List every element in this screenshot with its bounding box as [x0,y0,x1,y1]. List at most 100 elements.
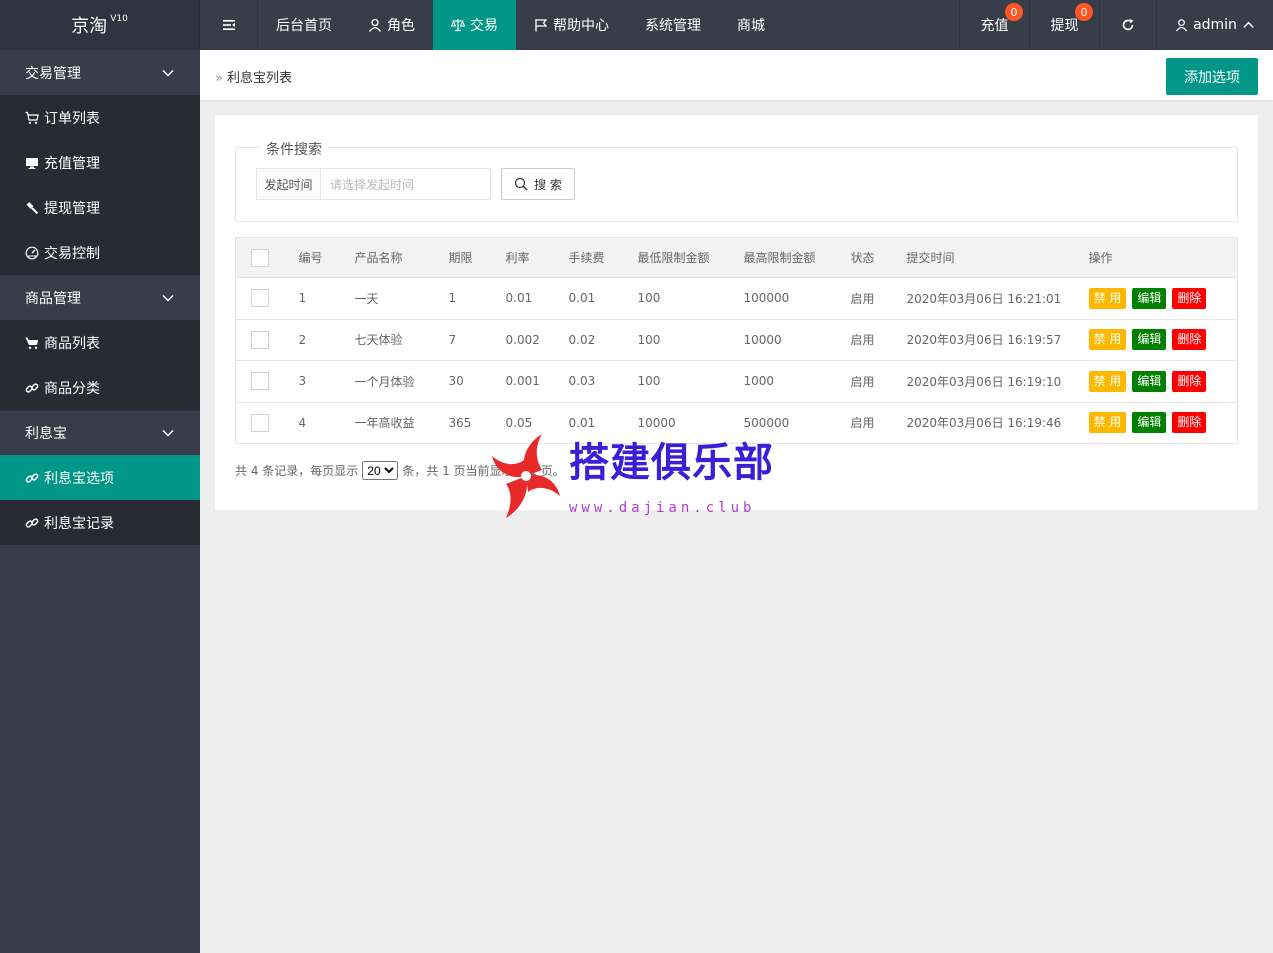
row-checkbox[interactable] [251,330,269,349]
table-row: 1 一天 1 0.01 0.01 100 100000 启用 2020年03月06日 16:21… [235,277,1238,320]
logo-version: V10 [110,14,128,24]
sidebar-item-goods-list[interactable]: 商品列表 [0,320,200,365]
recharge-button[interactable]: 充值 0 [959,0,1029,50]
sidebar-item-interest-records[interactable]: 利息宝记录 [0,500,200,545]
row-actions: 禁 用编辑 删除 [1088,360,1238,403]
table-cell: 0.01 [505,277,569,320]
nav-item-trade[interactable]: 交易 [433,0,516,50]
row-checkbox[interactable] [251,413,269,432]
table-cell: 0.001 [505,360,569,403]
add-option-button[interactable]: 添加选项 [1166,58,1258,95]
flag-icon [535,19,548,32]
app-logo[interactable]: 京淘 V10 [0,0,200,50]
page-size-select[interactable]: 20 [362,461,399,480]
row-checkbox[interactable] [251,289,269,308]
disable-button[interactable]: 禁 用 [1088,287,1127,309]
nav-item-mall[interactable]: 商城 [719,0,783,50]
sidebar-item-label: 充值管理 [44,155,100,172]
breadcrumb: » 利息宝列表 [215,67,292,86]
delete-button[interactable]: 删除 [1172,412,1207,434]
table-cell: 一个月体验 [354,360,449,403]
refresh-button[interactable] [1099,0,1156,50]
column-header: 提交时间 [906,237,1089,278]
row-actions: 禁 用编辑 删除 [1088,402,1238,444]
search-button-label: 搜 索 [534,177,562,192]
search-button[interactable]: 搜 索 [501,168,575,200]
sidebar-group-label: 利息宝 [25,426,67,442]
refresh-icon [1122,19,1134,31]
table-header-row: 编号 产品名称 期限 利率 手续费 最低限制金额 最高限制金额 状态 提交时间 … [235,237,1238,278]
sidebar-toggle-button[interactable] [200,0,258,50]
disable-button[interactable]: 禁 用 [1088,370,1127,392]
row-select-cell [235,402,299,444]
delete-button[interactable]: 删除 [1172,329,1207,351]
user-icon [1175,19,1188,32]
table-cell: 0.02 [568,319,638,361]
chevron-down-icon [162,429,174,437]
pinwheel-logo-icon [492,434,560,518]
withdraw-button[interactable]: 提现 0 [1029,0,1099,50]
sidebar-group-trade[interactable]: 交易管理 [0,50,200,95]
link-icon [25,517,39,528]
double-chevron-right-icon: » [215,71,223,86]
search-fieldset: 条件搜索 发起时间 请选择发起时间 搜 索 [235,139,1238,222]
nav-item-role[interactable]: 角色 [350,0,433,50]
table-cell: 1000 [743,360,851,403]
nav-item-system[interactable]: 系统管理 [627,0,719,50]
breadcrumb-current: 利息宝列表 [226,71,292,86]
sidebar-item-label: 商品分类 [44,380,100,397]
delete-button[interactable]: 删除 [1172,287,1207,309]
table-cell: 0.01 [568,277,638,320]
table-cell: 2020年03月06日 16:19:57 [906,319,1089,361]
table-cell: 100 [637,360,744,403]
nav-label: 后台首页 [276,18,332,34]
table-cell: 一天 [354,277,449,320]
edit-button[interactable]: 编辑 [1132,412,1167,434]
nav-label: 交易 [470,18,498,34]
sidebar-item-trade-control[interactable]: 交易控制 [0,230,200,275]
table-cell: 一年高收益 [354,402,449,444]
disable-button[interactable]: 禁 用 [1088,329,1127,351]
gavel-icon [26,201,39,214]
row-checkbox[interactable] [251,372,269,391]
nav-item-home[interactable]: 后台首页 [258,0,350,50]
search-legend: 条件搜索 [260,139,328,159]
sidebar-item-withdraw[interactable]: 提现管理 [0,185,200,230]
edit-button[interactable]: 编辑 [1132,329,1167,351]
edit-button[interactable]: 编辑 [1132,287,1167,309]
withdraw-badge: 0 [1075,3,1093,21]
breadcrumb-bar: » 利息宝列表 添加选项 [200,50,1273,100]
edit-button[interactable]: 编辑 [1132,370,1167,392]
user-icon [368,18,382,32]
sidebar-group-label: 交易管理 [25,65,81,82]
sidebar-item-orders[interactable]: 订单列表 [0,95,200,140]
sidebar-item-goods-category[interactable]: 商品分类 [0,365,200,410]
row-select-cell [235,319,299,361]
chevron-down-icon [162,69,174,77]
sidebar-item-interest-options[interactable]: 利息宝选项 [0,455,200,500]
table-cell: 100 [637,277,744,320]
nav-label: 商城 [737,18,765,34]
row-select-cell [235,277,299,320]
delete-button[interactable]: 删除 [1172,370,1207,392]
sidebar-group-interest[interactable]: 利息宝 [0,410,200,455]
search-date-input[interactable]: 请选择发起时间 [321,168,491,200]
table-cell: 2 [298,319,355,361]
nav-item-help[interactable]: 帮助中心 [516,0,627,50]
sidebar-item-label: 利息宝选项 [44,470,114,487]
user-menu[interactable]: admin [1156,0,1273,50]
top-nav: 后台首页 角色 交易 帮助中心 系统管理 商城 [200,0,783,50]
top-bar: 京淘V10 后台首页 角色 交易 帮助中心 系统管理 商城 充值 0 提现 0 [0,0,1273,50]
column-header: 操作 [1088,237,1238,278]
watermark-text: 搭建俱乐部 [569,440,774,486]
withdraw-label: 提现 [1050,18,1079,34]
select-all-checkbox[interactable] [251,248,269,267]
table-cell: 1 [298,277,355,320]
nav-label: 系统管理 [645,18,701,34]
disable-button[interactable]: 禁 用 [1088,412,1127,434]
sidebar-item-recharge[interactable]: 充值管理 [0,140,200,185]
menu-toggle-icon [222,20,235,30]
sidebar-group-goods[interactable]: 商品管理 [0,275,200,320]
nav-label: 帮助中心 [553,18,609,34]
column-header: 状态 [850,237,907,278]
